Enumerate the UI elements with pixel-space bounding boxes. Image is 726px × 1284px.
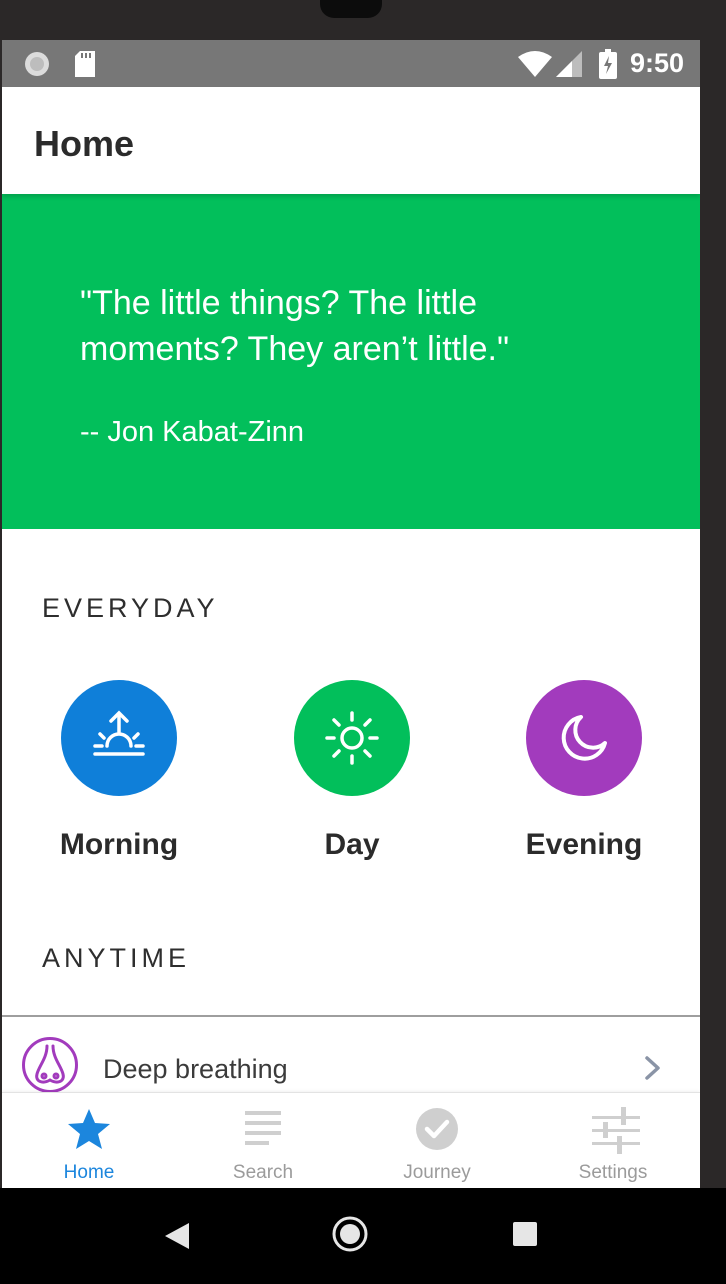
routine-label: Morning [59,828,179,861]
routine-label: Day [324,828,380,861]
battery-charging-icon [599,49,617,84]
section-heading-everyday: EVERYDAY [42,593,219,623]
tab-home[interactable]: Home [2,1093,176,1188]
routine-label: Evening [525,828,643,861]
routine-evening[interactable]: Evening [494,680,674,870]
routine-circle [526,680,642,796]
bottom-navigation: Home Search Journey Settings [2,1092,700,1188]
tab-journey[interactable]: Journey [350,1093,524,1188]
status-bar: 9:50 [2,40,700,87]
page-title: Home [34,123,135,164]
section-heading-anytime: ANYTIME [42,943,191,973]
app-bar: Home [2,87,700,194]
list-item-deep-breathing[interactable]: Deep breathing [2,1017,700,1095]
quote-author: -- Jon Kabat-Zinn [80,416,305,448]
nose-icon [22,1037,78,1093]
sd-card-icon [73,50,97,83]
status-time: 9:50 [629,48,684,78]
tab-label: Search [232,1162,294,1183]
back-icon[interactable] [163,1221,191,1256]
tab-label: Home [63,1162,115,1183]
system-navigation-bar [0,1188,726,1284]
home-circle-icon[interactable] [331,1215,369,1258]
chevron-right-icon [643,1055,663,1086]
recents-square-icon[interactable] [512,1221,538,1252]
quote-text: "The little things? The little moments? … [80,284,510,368]
routine-morning[interactable]: Morning [29,680,209,870]
signal-icon [556,51,584,82]
device-bezel [700,40,726,1188]
tab-label: Settings [578,1162,648,1183]
device-camera-notch [320,0,382,18]
tab-settings[interactable]: Settings [526,1093,700,1188]
wifi-icon [518,51,552,82]
quote-banner: "The little things? The little moments? … [2,194,700,529]
routine-day[interactable]: Day [262,680,442,870]
routine-circle [61,680,177,796]
routine-circle [294,680,410,796]
list-item-label: Deep breathing [103,1054,288,1084]
tab-search[interactable]: Search [176,1093,350,1188]
sync-circle-icon [24,51,50,82]
phone-screen: 9:50 Home "The little things? The little… [2,40,700,1188]
tab-label: Journey [403,1162,471,1183]
